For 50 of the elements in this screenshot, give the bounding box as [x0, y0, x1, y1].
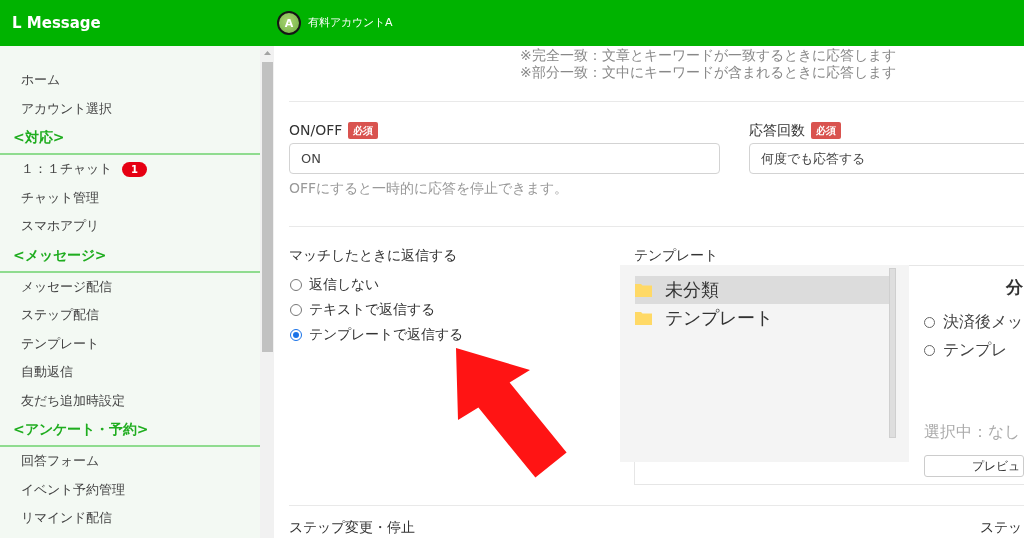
help-text: OFFにすると一時的に応答を停止できます。: [289, 180, 569, 197]
radio-button[interactable]: [290, 303, 302, 316]
sidebar-item[interactable]: チャット管理: [0, 183, 260, 212]
option-label[interactable]: 返信しない: [309, 275, 379, 294]
sidebar-item[interactable]: 回答フォーム: [0, 447, 260, 476]
sidebar-item[interactable]: スマホアプリ: [0, 212, 260, 241]
sidebar-item[interactable]: イベント予約管理: [0, 475, 260, 504]
radio-button[interactable]: [290, 328, 302, 341]
option-label[interactable]: テンプレートで返信する: [309, 325, 463, 344]
sidebar-item[interactable]: ステップ配信: [0, 301, 260, 330]
scroll-up-icon[interactable]: [263, 51, 271, 55]
field-label: 応答回数: [749, 121, 805, 139]
avatar: A: [277, 11, 301, 35]
option-label[interactable]: テキストで返信する: [309, 300, 435, 319]
required-badge: 必須: [348, 121, 379, 139]
input-field[interactable]: ON: [289, 143, 720, 174]
preview-button[interactable]: プレビュ: [924, 455, 1024, 477]
radio-button[interactable]: [924, 316, 935, 328]
selection-text: 選択中：なし: [924, 421, 1020, 443]
field-label: テンプレート: [634, 246, 718, 264]
required-badge: 必須: [811, 121, 841, 139]
sidebar-item[interactable]: メッセージ配信: [0, 272, 260, 301]
note-text: ※部分一致：文中にキーワードが含まれるときに応答します: [520, 64, 896, 81]
folder-icon: [635, 311, 652, 325]
folder-item[interactable]: テンプレート: [635, 304, 889, 332]
sidebar-item[interactable]: アカウント選択: [0, 94, 260, 123]
column-heading: 分: [1006, 278, 1023, 296]
input-field[interactable]: 何度でも応答する: [749, 143, 1024, 174]
account-name: 有料アカウントA: [308, 16, 393, 30]
radio-button[interactable]: [290, 278, 302, 291]
sidebar-item[interactable]: リマインド配信: [0, 504, 260, 533]
field-label: ステップ変更・停止: [289, 519, 416, 536]
note-text: ※完全一致：文章とキーワードが一致するときに応答します: [520, 47, 896, 64]
field-label: ON/OFF: [289, 121, 343, 139]
sidebar-item[interactable]: 自動返信: [0, 358, 260, 387]
scrollbar-thumb[interactable]: [261, 62, 273, 352]
sidebar-item[interactable]: １：１チャット 1: [0, 155, 260, 184]
field-label: マッチしたときに返信する: [289, 246, 457, 264]
sidebar-item[interactable]: テンプレート: [0, 329, 260, 358]
scrollbar-track[interactable]: [260, 46, 274, 538]
scrollbar-thumb[interactable]: [889, 268, 896, 438]
count-badge: 1: [122, 161, 147, 177]
option-label[interactable]: 決済後メッ: [943, 311, 1023, 333]
sidebar-item[interactable]: 友だち追加時設定: [0, 386, 260, 415]
folder-icon: [635, 283, 652, 297]
field-label: ステッ: [980, 519, 1022, 536]
folder-item[interactable]: 未分類: [635, 276, 889, 304]
radio-button[interactable]: [924, 344, 935, 356]
sidebar-item[interactable]: ホーム: [0, 66, 260, 95]
option-label[interactable]: テンプレ: [943, 339, 1007, 361]
